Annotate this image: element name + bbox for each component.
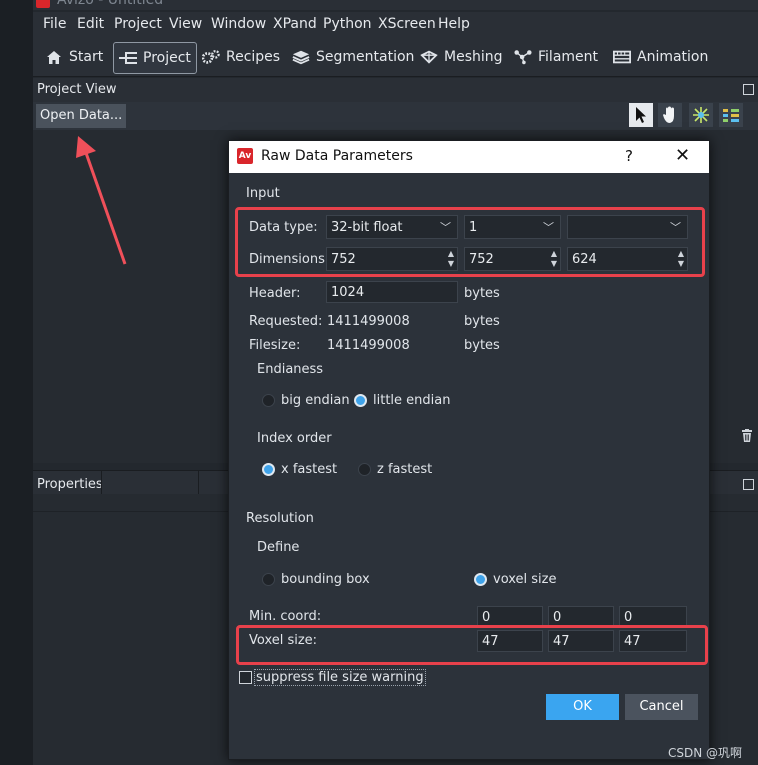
film-icon [613, 49, 631, 65]
animation-label: Animation [637, 49, 709, 65]
ok-button[interactable]: OK [546, 694, 619, 720]
project-view-header: Project View [33, 78, 758, 102]
little-endian-radio[interactable] [354, 394, 367, 407]
menu-file[interactable]: File [43, 16, 66, 32]
maximize-icon[interactable] [743, 479, 754, 490]
menu-xpand[interactable]: XPand [273, 16, 317, 32]
menu-help[interactable]: Help [438, 16, 470, 32]
recipes-label: Recipes [226, 49, 281, 65]
project-button[interactable]: Project [113, 42, 197, 74]
cancel-button[interactable]: Cancel [625, 694, 698, 720]
project-view-title: Project View [37, 82, 117, 97]
start-button[interactable]: Start [40, 42, 108, 72]
menu-edit[interactable]: Edit [77, 16, 104, 32]
requested-unit: bytes [464, 314, 500, 329]
recipes-button[interactable]: Recipes [197, 42, 285, 72]
x-fastest-radio[interactable] [262, 463, 275, 476]
open-data-button[interactable]: Open Data... [36, 104, 127, 128]
annotation-highlight-input [235, 207, 705, 277]
layers-icon [292, 49, 310, 65]
big-endian-radio[interactable] [262, 394, 275, 407]
index-order-label: Index order [257, 431, 332, 446]
little-endian-label: little endian [373, 393, 451, 408]
spark-mode-button[interactable] [689, 103, 713, 127]
min-coord-z-value: 0 [624, 610, 633, 625]
gears-icon [202, 49, 220, 65]
menu-window[interactable]: Window [211, 16, 266, 32]
menu-xscreen[interactable]: XScreen [378, 16, 436, 32]
suppress-warning-checkbox[interactable] [239, 671, 252, 684]
mesh-icon [420, 49, 438, 65]
big-endian-label: big endian [281, 393, 350, 408]
min-coord-x-value: 0 [482, 610, 491, 625]
pointer-mode-button[interactable] [629, 103, 653, 127]
z-fastest-radio[interactable] [358, 463, 371, 476]
watermark-text: CSDN @巩啊 [668, 746, 743, 760]
segmentation-label: Segmentation [316, 49, 415, 65]
z-fastest-label: z fastest [377, 462, 433, 477]
hand-mode-button[interactable] [658, 103, 682, 127]
resolution-section-label: Resolution [246, 511, 314, 526]
voxel-size-option-label: voxel size [493, 572, 557, 587]
header-value: 1024 [331, 285, 365, 300]
endianess-label: Endianess [257, 362, 324, 377]
dialog-title: Raw Data Parameters [261, 148, 413, 164]
maximize-icon[interactable] [743, 84, 754, 95]
title-bar: Avizo - Untitled [33, 0, 758, 10]
annotation-arrow [76, 136, 127, 265]
project-label: Project [143, 50, 191, 66]
segmentation-button[interactable]: Segmentation [287, 42, 419, 72]
header-field[interactable]: 1024 [326, 281, 458, 303]
requested-label: Requested: [249, 314, 323, 329]
define-label: Define [257, 540, 300, 555]
properties-title: Properties [37, 477, 103, 492]
menu-project[interactable]: Project [114, 16, 162, 32]
window-title: Avizo - Untitled [57, 0, 164, 8]
workroom-toolbar: Start Project Recipes Segmentation Meshi… [33, 38, 758, 77]
input-section-label: Input [246, 186, 280, 201]
spark-icon [693, 107, 709, 123]
raw-data-parameters-dialog: Av Raw Data Parameters ? ✕ Input Data ty… [228, 140, 710, 760]
voxel-size-radio[interactable] [474, 573, 487, 586]
bounding-box-label: bounding box [281, 572, 370, 587]
header-unit: bytes [464, 286, 500, 301]
suppress-warning-label[interactable]: suppress file size warning [254, 669, 426, 686]
menu-view[interactable]: View [169, 16, 202, 32]
filesize-value: 1411499008 [327, 338, 410, 353]
menu-python[interactable]: Python [323, 16, 372, 32]
meshing-button[interactable]: Meshing [415, 42, 508, 72]
min-coord-y-value: 0 [553, 610, 562, 625]
avizo-logo-icon: Av [237, 148, 253, 164]
filesize-label: Filesize: [249, 338, 301, 353]
avizo-logo-icon [36, 0, 50, 8]
filament-network-icon [514, 49, 532, 65]
bounding-box-radio[interactable] [262, 573, 275, 586]
filament-button[interactable]: Filament [509, 42, 603, 72]
menu-bar: File Edit Project View Window XPand Pyth… [33, 12, 758, 38]
project-tree-icon [119, 50, 137, 66]
graph-list-icon [723, 109, 739, 122]
header-label: Header: [249, 286, 301, 301]
animation-button[interactable]: Animation [608, 42, 713, 72]
hand-icon [663, 106, 674, 123]
trash-icon[interactable] [740, 429, 754, 447]
x-fastest-label: x fastest [281, 462, 338, 477]
filament-label: Filament [538, 49, 599, 65]
start-label: Start [69, 49, 104, 65]
column-divider [198, 471, 199, 495]
graph-view-button[interactable] [719, 103, 743, 127]
project-view-toolbar: Open Data... [33, 102, 758, 130]
column-divider [101, 471, 102, 495]
help-button[interactable]: ? [625, 147, 633, 165]
dialog-title-bar: Av Raw Data Parameters ? ✕ [229, 141, 709, 173]
close-button[interactable]: ✕ [675, 145, 690, 166]
filesize-unit: bytes [464, 338, 500, 353]
requested-value: 1411499008 [327, 314, 410, 329]
min-coord-label: Min. coord: [249, 609, 322, 624]
annotation-highlight-voxel [236, 625, 708, 665]
cursor-arrow-icon [636, 107, 646, 123]
left-strip [0, 0, 33, 765]
meshing-label: Meshing [444, 49, 503, 65]
home-icon [45, 49, 63, 65]
